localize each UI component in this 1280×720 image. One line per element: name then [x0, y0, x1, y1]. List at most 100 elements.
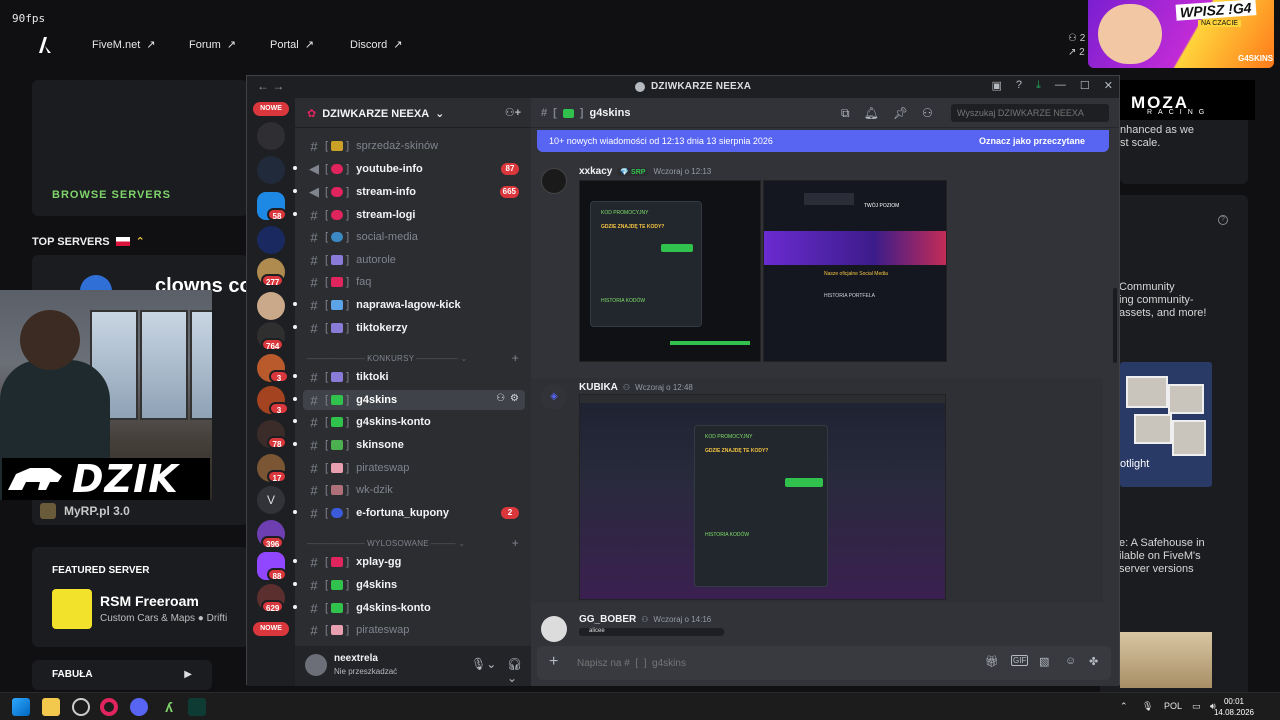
- opera-icon[interactable]: [100, 698, 118, 716]
- browse-servers-card[interactable]: BROWSE SERVERS: [32, 80, 248, 216]
- channel-pirateswap[interactable]: #[] pirateswap: [303, 458, 525, 478]
- discord-taskbar-icon[interactable]: [130, 698, 148, 716]
- invite-icon[interactable]: ⚇: [496, 393, 505, 404]
- add-channel-icon[interactable]: +: [512, 351, 519, 365]
- author-name[interactable]: xxkacy: [579, 166, 612, 177]
- author-name[interactable]: KUBIKA: [579, 382, 618, 393]
- microphone-icon[interactable]: 🎙︎⌄: [471, 657, 496, 671]
- server-icon-v[interactable]: V: [257, 486, 285, 514]
- reply-preview[interactable]: alicee: [579, 628, 724, 636]
- help-icon[interactable]: ?: [1016, 79, 1022, 92]
- tray-chevron-icon[interactable]: ⌃: [1120, 701, 1128, 712]
- fivem-logo-icon[interactable]: [36, 36, 54, 54]
- new-messages-bar[interactable]: 10+ nowych wiadomości od 12:13 dnia 13 s…: [537, 130, 1109, 152]
- news-thumbnail[interactable]: [1120, 632, 1212, 688]
- members-icon[interactable]: ⚇: [922, 106, 933, 121]
- author-avatar[interactable]: [541, 168, 567, 194]
- obs-icon[interactable]: [72, 698, 90, 716]
- server-myrp[interactable]: MyRP.pl 3.0: [40, 503, 130, 519]
- emoji-icon[interactable]: ☺: [1065, 655, 1076, 667]
- nav-forum[interactable]: Forum ↗: [189, 38, 236, 52]
- author-avatar[interactable]: [541, 616, 567, 642]
- channel-wk-dzik[interactable]: #[] wk-dzik: [303, 480, 525, 500]
- channel-sprzedaz-skinow[interactable]: #[] sprzedaż-skinów: [303, 136, 525, 156]
- invite-icon[interactable]: ⚇+: [505, 106, 521, 119]
- fivem-taskbar-icon[interactable]: ʎ: [160, 698, 178, 716]
- attachment-image[interactable]: KOD PROMOCYJNY GDZIE ZNAJDĘ TE KODY? HIS…: [579, 394, 946, 600]
- attachment-image[interactable]: TWÓJ POZIOM Nasze oficjalne Social Media…: [763, 180, 947, 362]
- channel-social-media[interactable]: #[] social-media: [303, 227, 525, 247]
- start-button-icon[interactable]: [12, 698, 30, 716]
- language-indicator[interactable]: POL: [1164, 701, 1182, 711]
- search-input[interactable]: [951, 104, 1109, 122]
- channel-stream-info[interactable]: ◀[] stream-info 665: [303, 182, 525, 202]
- back-forward-icons[interactable]: ← →: [257, 79, 284, 93]
- fabula-card[interactable]: FABUŁA ▶: [32, 660, 212, 690]
- hash-icon: #: [310, 460, 318, 476]
- channel-stream-logi[interactable]: #[] stream-logi: [303, 205, 525, 225]
- boar-icon: [8, 468, 62, 490]
- author-avatar[interactable]: ◈: [541, 384, 567, 410]
- channel-g4skins-2[interactable]: #[] g4skins: [303, 575, 525, 595]
- channel-youtube-info[interactable]: ◀[] youtube-info 87: [303, 159, 525, 179]
- channel-tiktokerzy[interactable]: #[] tiktokerzy: [303, 318, 525, 338]
- channel-pirateswap-2[interactable]: #[] pirateswap: [303, 620, 525, 640]
- channel-g4skins-konto-2[interactable]: #[] g4skins-konto: [303, 598, 525, 618]
- network-icon[interactable]: ▭: [1192, 701, 1201, 712]
- mark-read-button[interactable]: Oznacz jako przeczytane: [979, 136, 1085, 146]
- server-icon[interactable]: [257, 292, 285, 320]
- file-explorer-icon[interactable]: [42, 698, 60, 716]
- headphones-icon[interactable]: 🎧︎⌄: [507, 657, 531, 685]
- author-name[interactable]: GG_BOBER: [579, 614, 636, 625]
- category-konkursy[interactable]: ——————— KONKURSY ————— ⌄ +: [307, 351, 523, 365]
- new-badge: NOWE: [253, 102, 289, 116]
- channel-autorole[interactable]: #[] autorole: [303, 250, 525, 270]
- apps-icon[interactable]: ✤: [1089, 655, 1098, 668]
- featured-server-card[interactable]: FEATURED SERVER RSM Freeroam Custom Cars…: [32, 547, 248, 647]
- threads-icon[interactable]: ⧉: [841, 106, 850, 121]
- message-input[interactable]: [577, 654, 957, 672]
- user-avatar[interactable]: [305, 654, 327, 676]
- hash-icon: #: [310, 600, 318, 616]
- category-wylosowane[interactable]: ——————— WYLOSOWANE ——— ⌄ +: [307, 536, 523, 550]
- channel-g4skins-konto[interactable]: #[] g4skins-konto: [303, 412, 525, 432]
- winter-spotlight-image[interactable]: otlight: [1120, 362, 1212, 487]
- music-icon: [331, 372, 344, 382]
- nav-fivem-net[interactable]: FiveM.net ↗: [92, 38, 156, 52]
- server-icon: [635, 81, 645, 92]
- download-icon[interactable]: ⤓: [1036, 79, 1041, 92]
- close-icon[interactable]: ✕: [1104, 79, 1113, 92]
- minimize-icon[interactable]: —: [1055, 79, 1066, 92]
- sticker-icon[interactable]: ▧: [1039, 655, 1049, 668]
- gif-icon[interactable]: GIF: [1011, 655, 1029, 666]
- channel-skinsone[interactable]: #[] skinsone: [303, 435, 525, 455]
- channel-e-fortuna-kupony[interactable]: #[] e-fortuna_kupony 2: [303, 503, 525, 523]
- megaphone-icon: ◀: [309, 184, 319, 199]
- app-taskbar-icon[interactable]: [188, 698, 206, 716]
- mic-tray-icon[interactable]: 🎙︎: [1142, 701, 1153, 712]
- pin-icon[interactable]: 📌︎: [893, 106, 908, 121]
- timestamp: Wczoraj o 12:13: [653, 167, 712, 176]
- bell-icon[interactable]: 🔔︎: [864, 106, 879, 121]
- channel-faq[interactable]: #[] faq: [303, 272, 525, 292]
- attach-plus-icon[interactable]: +: [549, 653, 558, 671]
- channel-g4skins-active[interactable]: #[] g4skins ⚇ ⚙: [303, 390, 525, 410]
- inbox-icon[interactable]: ▣: [992, 79, 1002, 92]
- attachment-image[interactable]: KOD PROMOCYJNY GDZIE ZNAJDĘ TE KODY? HIS…: [579, 180, 761, 362]
- server-header[interactable]: ✿ DZIWKARZE NEEXA ⌄ ⚇+: [295, 98, 531, 128]
- channel-tiktoki[interactable]: #[] tiktoki: [303, 367, 525, 387]
- maximize-icon[interactable]: ☐: [1080, 79, 1090, 92]
- nav-portal[interactable]: Portal ↗: [270, 38, 314, 52]
- info-icon[interactable]: ?: [1218, 215, 1228, 225]
- server-icon[interactable]: [257, 226, 285, 254]
- channel-naprawa-lagow-kick[interactable]: #[] naprawa-lagow-kick: [303, 295, 525, 315]
- gift-icon[interactable]: 🎁︎: [985, 655, 999, 668]
- channel-xplay-gg[interactable]: #[] xplay-gg: [303, 552, 525, 572]
- add-channel-icon[interactable]: +: [512, 536, 519, 550]
- server-icon[interactable]: [257, 156, 285, 184]
- nav-discord[interactable]: Discord ↗: [350, 38, 403, 52]
- gear-icon[interactable]: ⚙: [510, 393, 519, 404]
- server-icon[interactable]: [257, 122, 285, 150]
- scrollbar[interactable]: [1113, 288, 1117, 363]
- system-clock[interactable]: 00:01 14.08.2026: [1214, 696, 1254, 718]
